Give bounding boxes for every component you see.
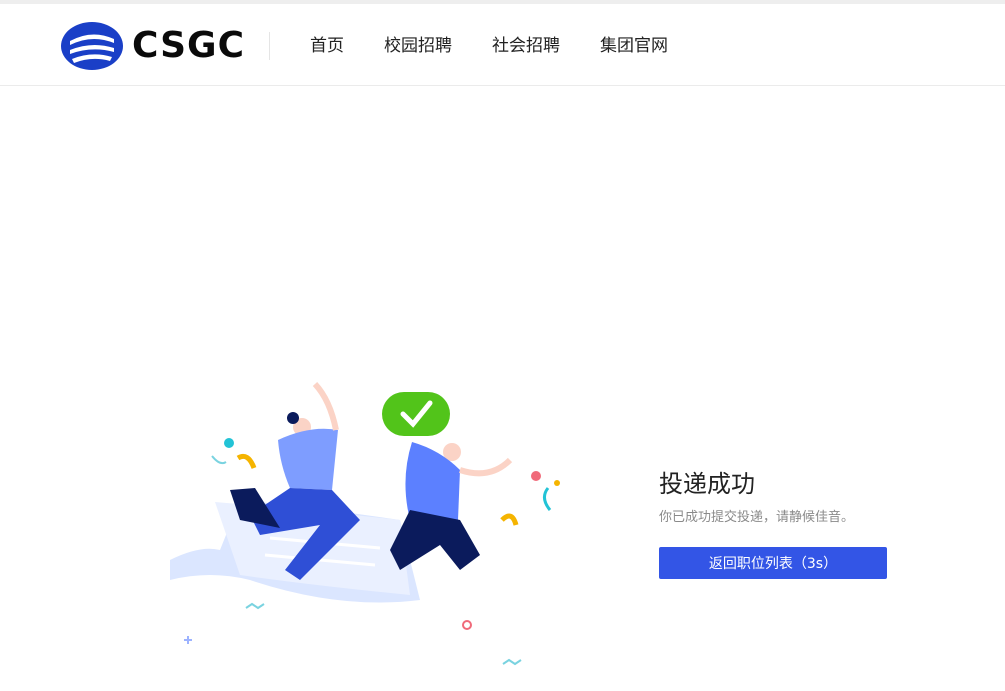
nav-item-social-recruitment[interactable]: 社会招聘 (492, 34, 560, 58)
header-divider (269, 32, 270, 60)
site-header: CSGC 首页 校园招聘 社会招聘 集团官网 (0, 4, 1005, 86)
nav-item-home[interactable]: 首页 (310, 34, 344, 58)
nav-item-campus-recruitment[interactable]: 校园招聘 (384, 34, 452, 58)
result-title: 投递成功 (659, 470, 755, 498)
success-illustration (170, 381, 560, 666)
result-panel: 投递成功 你已成功提交投递，请静候佳音。 返回职位列表（3s） (659, 467, 899, 579)
nav-item-group-website[interactable]: 集团官网 (600, 34, 668, 58)
logo-text: CSGC (132, 25, 245, 66)
result-description: 你已成功提交投递，请静候佳音。 (659, 510, 855, 525)
back-to-job-list-button[interactable]: 返回职位列表（3s） (659, 547, 887, 579)
csgc-logo-icon (61, 22, 123, 70)
main-nav: 首页 校园招聘 社会招聘 集团官网 (310, 34, 708, 58)
logo[interactable]: CSGC (60, 20, 245, 72)
